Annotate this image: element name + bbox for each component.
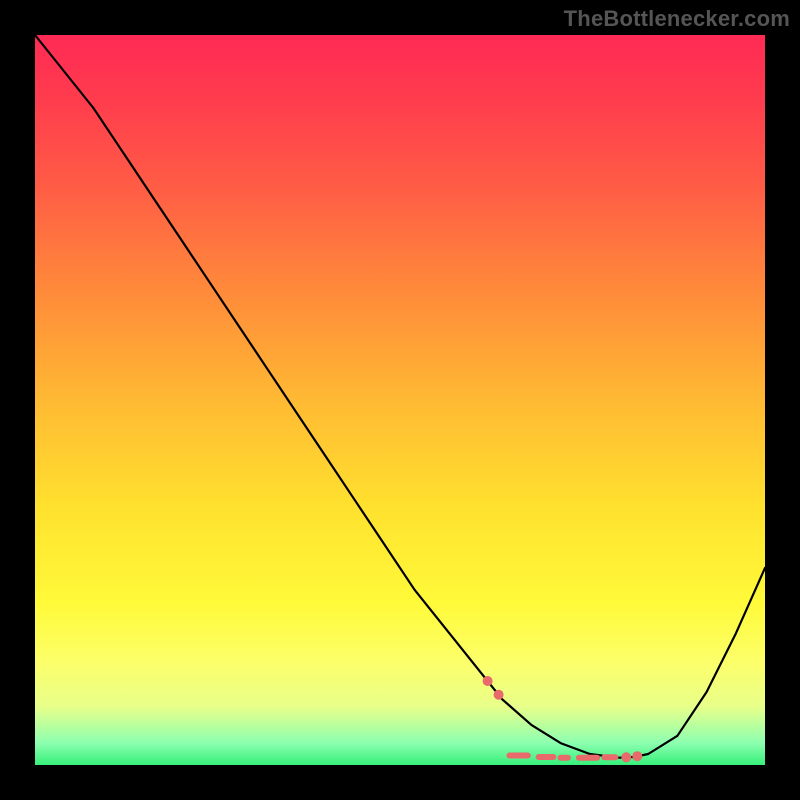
marker-dot: [483, 676, 493, 686]
chart-svg: [35, 35, 765, 765]
marker-dot: [621, 752, 631, 762]
plot-area: [35, 35, 765, 765]
marker-dot: [632, 751, 642, 761]
watermark-text: TheBottlenecker.com: [564, 6, 790, 32]
curve-markers: [483, 676, 643, 762]
chart-frame: TheBottlenecker.com: [0, 0, 800, 800]
marker-dot: [494, 690, 504, 700]
bottleneck-curve: [35, 35, 765, 758]
